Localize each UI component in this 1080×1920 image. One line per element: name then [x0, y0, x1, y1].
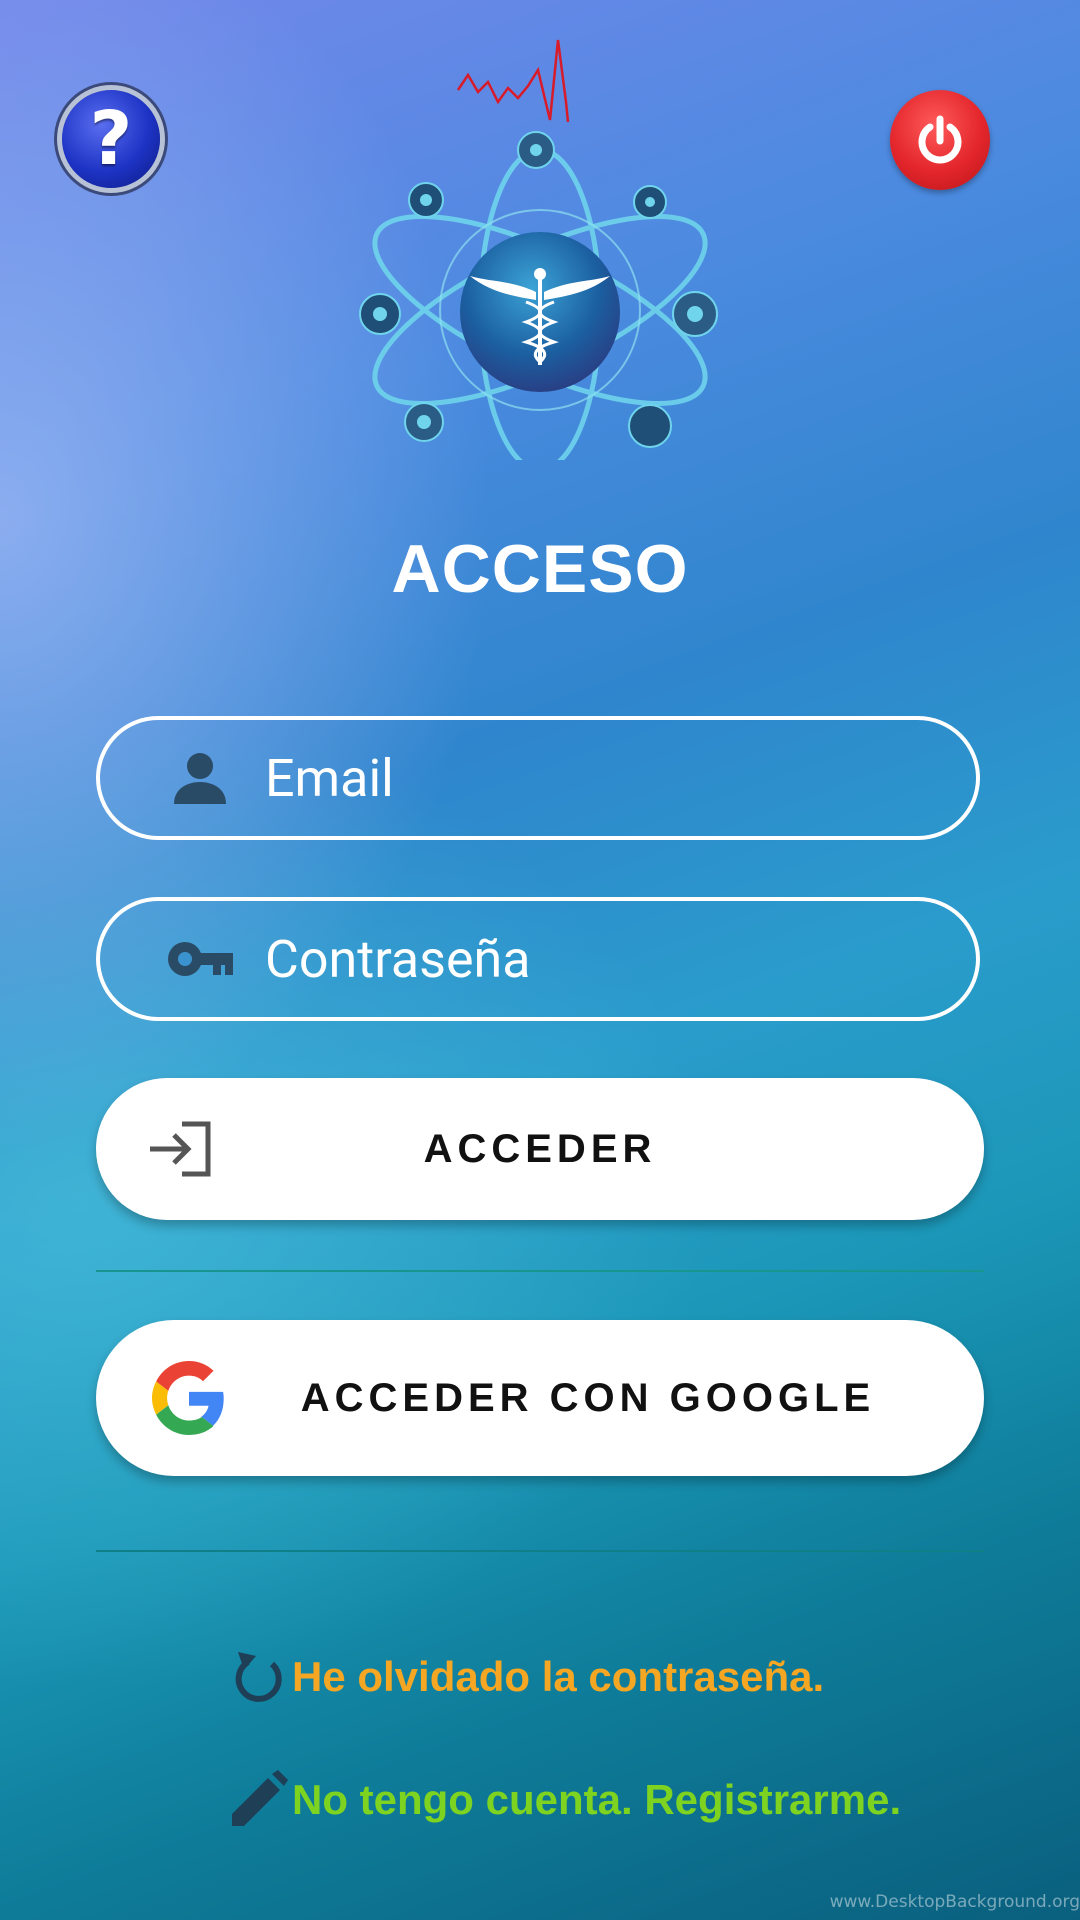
refresh-icon	[232, 1648, 292, 1706]
register-link[interactable]: No tengo cuenta. Registrarme.	[228, 1770, 901, 1830]
power-button[interactable]	[890, 90, 990, 190]
google-button-label: ACCEDER CON GOOGLE	[300, 1375, 876, 1420]
login-icon	[148, 1120, 238, 1178]
divider	[96, 1550, 984, 1552]
divider	[96, 1270, 984, 1272]
password-field[interactable]	[96, 897, 980, 1021]
google-login-button[interactable]: ACCEDER CON GOOGLE	[96, 1320, 984, 1476]
forgot-password-label: He olvidado la contraseña.	[292, 1653, 825, 1700]
key-icon	[155, 937, 245, 981]
heartbeat-line-icon	[456, 39, 570, 123]
email-input[interactable]	[263, 746, 907, 810]
email-field[interactable]	[96, 716, 980, 840]
help-icon: ?	[89, 96, 133, 182]
register-label: No tengo cuenta. Registrarme.	[292, 1776, 902, 1823]
page-title: ACCESO	[391, 531, 689, 607]
app-logo	[359, 39, 718, 460]
google-icon	[152, 1361, 232, 1435]
help-button[interactable]: ?	[62, 90, 160, 188]
person-icon	[155, 750, 245, 806]
gear-icon	[628, 404, 672, 448]
pencil-icon	[228, 1770, 292, 1830]
forgot-password-link[interactable]: He olvidado la contraseña.	[232, 1648, 824, 1706]
power-icon	[918, 115, 962, 164]
password-input[interactable]	[263, 927, 907, 991]
login-button[interactable]: ACCEDER	[96, 1078, 984, 1220]
login-button-label: ACCEDER	[423, 1126, 657, 1171]
watermark: www.DesktopBackground.org	[829, 1892, 1080, 1912]
